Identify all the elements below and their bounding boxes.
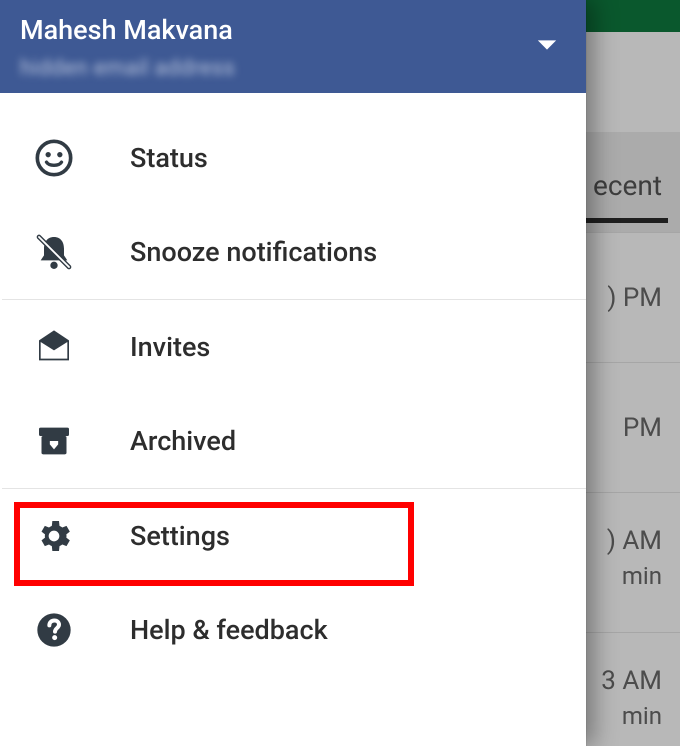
menu-item-snooze[interactable]: Snooze notifications: [0, 205, 586, 299]
menu-label-snooze: Snooze notifications: [130, 236, 377, 268]
account-email: hidden email address: [20, 56, 566, 81]
menu-item-help[interactable]: Help & feedback: [0, 583, 586, 677]
snooze-icon: [34, 232, 130, 272]
menu-label-settings: Settings: [130, 520, 230, 552]
archived-icon: [34, 421, 130, 461]
screenshot-root: ecent ) PM PM ) AM min 3 AM min Mahesh M: [0, 0, 680, 746]
menu-item-archived[interactable]: Archived: [0, 394, 586, 488]
drawer-menu: Status Snooze notifications: [0, 93, 586, 677]
account-name: Mahesh Makvana: [20, 14, 566, 46]
drawer-edge: [586, 0, 587, 746]
menu-label-status: Status: [130, 142, 208, 174]
help-icon: [34, 610, 130, 650]
account-dropdown-icon[interactable]: [536, 38, 558, 52]
menu-label-archived: Archived: [130, 425, 236, 457]
menu-label-invites: Invites: [130, 331, 210, 363]
menu-item-invites[interactable]: Invites: [0, 300, 586, 394]
invites-icon: [34, 327, 130, 367]
menu-label-help: Help & feedback: [130, 614, 328, 646]
menu-item-status[interactable]: Status: [0, 111, 586, 205]
drawer-header[interactable]: Mahesh Makvana hidden email address: [0, 0, 586, 93]
drawer-scrim[interactable]: [575, 0, 680, 746]
navigation-drawer: Mahesh Makvana hidden email address Stat…: [0, 0, 586, 746]
status-icon: [34, 138, 130, 178]
menu-item-settings[interactable]: Settings: [0, 489, 586, 583]
settings-icon: [34, 516, 130, 556]
